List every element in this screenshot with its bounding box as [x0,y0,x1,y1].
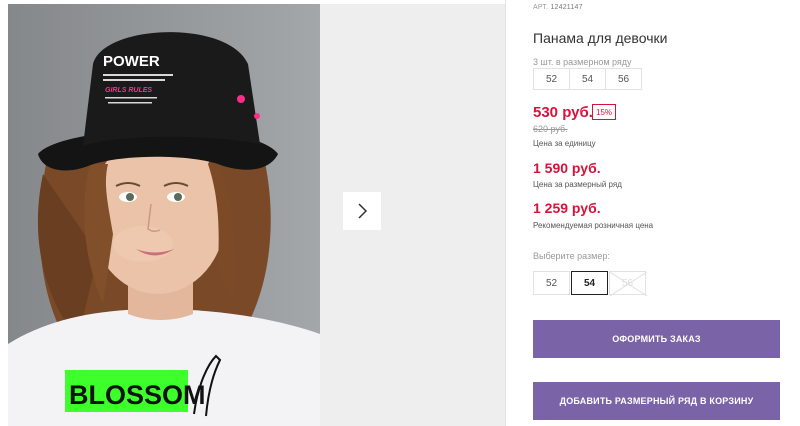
size-row-item: 52 [533,68,570,90]
panel-divider [505,0,506,426]
hat-print-power: POWER [103,53,160,70]
unit-price: 530 руб. [533,104,593,121]
product-title: Панама для девочки [533,30,668,46]
unit-price-caption: Цена за единицу [533,139,596,148]
shirt-print-text: BLOSSOM [69,380,206,410]
size-row-label: 3 шт. в размерном ряду [533,57,632,67]
row-price: 1 590 руб. [533,160,601,176]
checkout-button[interactable]: ОФОРМИТЬ ЗАКАЗ [533,320,780,358]
old-price: 620 руб. [533,124,568,134]
recommended-price: 1 259 руб. [533,200,601,216]
row-price-caption: Цена за размерный ряд [533,180,622,189]
article-number: АРТ. 12421147 [533,4,583,11]
size-selector: 52 54 56 [533,271,647,296]
size-row-item: 56 [605,68,642,90]
recommended-price-caption: Рекомендуемая розничная цена [533,221,654,230]
product-photo-illustration: POWER GIRLS RULES BLOSSOM [8,4,320,426]
discount-badge: 15% [592,104,616,120]
next-photo-button[interactable] [343,192,381,230]
chevron-right-icon [358,203,368,219]
size-row-list: 52 54 56 [533,68,642,90]
size-option-54[interactable]: 54 [571,271,608,295]
size-row-item: 54 [569,68,606,90]
article-label: АРТ. [533,4,549,11]
size-select-label: Выберите размер: [533,251,610,261]
size-option-56: 56 [609,271,647,296]
product-gallery: POWER GIRLS RULES BLOSSOM [0,0,505,426]
size-option-56-label: 56 [621,277,634,289]
size-option-52[interactable]: 52 [533,271,570,295]
hat-print-girls-rules: GIRLS RULES [105,87,152,94]
product-photo: POWER GIRLS RULES BLOSSOM [8,4,320,426]
add-size-row-to-cart-button[interactable]: ДОБАВИТЬ РАЗМЕРНЫЙ РЯД В КОРЗИНУ [533,382,780,420]
article-code: 12421147 [550,4,583,11]
